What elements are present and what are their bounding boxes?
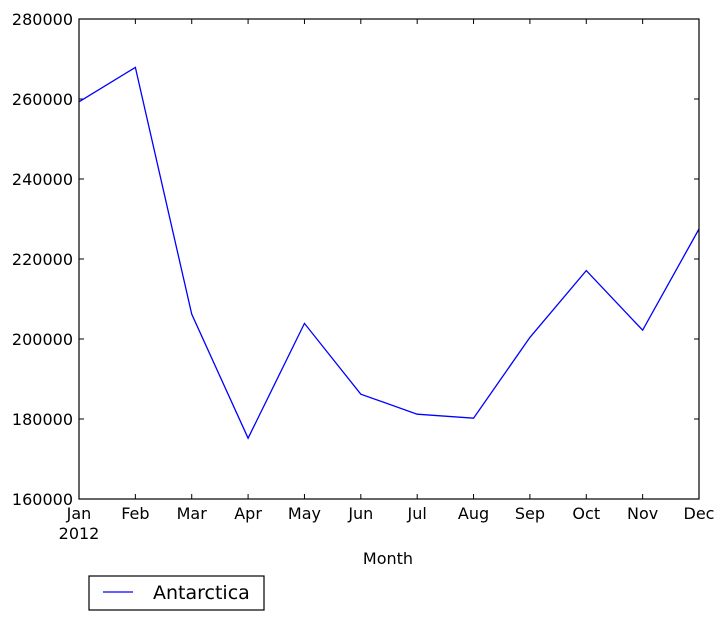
x-tick-label: Apr xyxy=(234,504,262,523)
y-tick-label: 260000 xyxy=(12,90,73,109)
series-line-antarctica xyxy=(78,66,700,440)
x-tick-label: Feb xyxy=(121,504,149,523)
y-tick-label: 280000 xyxy=(12,10,73,29)
y-tick-label: 240000 xyxy=(12,170,73,189)
y-tick-label: 200000 xyxy=(12,330,73,349)
y-tick-label: 180000 xyxy=(12,410,73,429)
x-tick-label: Dec xyxy=(684,504,715,523)
x-tick-label: Jan xyxy=(66,504,92,523)
x-tick-label: Oct xyxy=(572,504,600,523)
x-tick-label: Nov xyxy=(627,504,658,523)
x-tick-sublabel-year: 2012 xyxy=(59,524,100,543)
x-tick-label: Aug xyxy=(458,504,489,523)
line-chart: 160000 180000 200000 220000 240000 260000 2800… xyxy=(12,10,715,611)
x-tick-label: Jun xyxy=(347,504,373,523)
x-axis-label: Month xyxy=(363,549,413,568)
x-axis: Jan Feb Mar Apr May Jun Jul Aug Sep Oct Nov Dec 2012 xyxy=(59,19,715,543)
y-axis: 160000 180000 200000 220000 240000 260000 2800… xyxy=(12,10,699,509)
x-tick-label: Sep xyxy=(515,504,545,523)
y-tick-label: 220000 xyxy=(12,250,73,269)
legend: Antarctica xyxy=(88,575,265,611)
x-tick-label: Mar xyxy=(177,504,208,523)
plot-frame xyxy=(78,18,700,500)
y-tick-label: 160000 xyxy=(12,490,73,509)
x-tick-label: Jul xyxy=(407,504,427,523)
x-tick-label: May xyxy=(288,504,321,523)
series-layer xyxy=(78,66,700,440)
legend-label-antarctica: Antarctica xyxy=(153,582,250,604)
